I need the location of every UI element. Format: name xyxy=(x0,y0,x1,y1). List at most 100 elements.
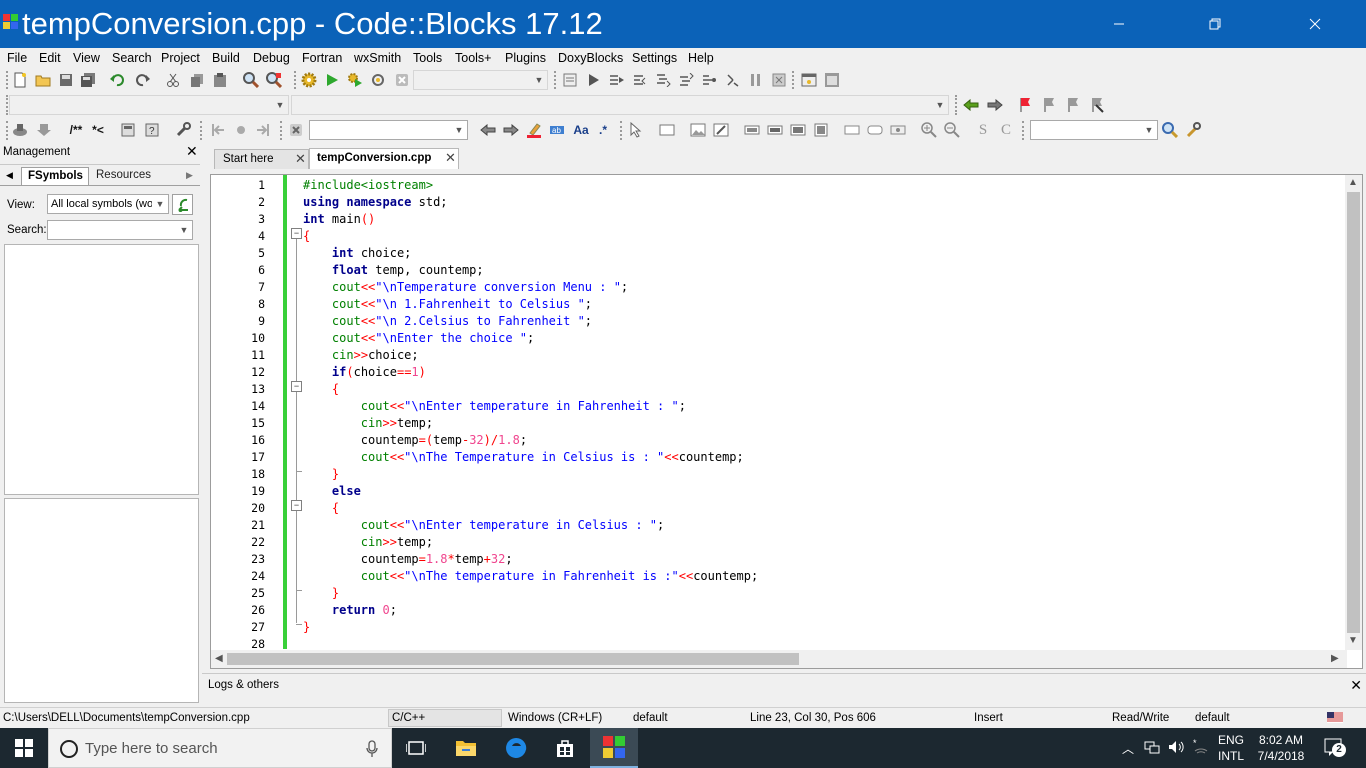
build-gear-icon[interactable] xyxy=(301,72,317,88)
menu-doxyblocks[interactable]: DoxyBlocks xyxy=(558,50,623,66)
menu-fortran[interactable]: Fortran xyxy=(302,50,342,66)
match-case-icon[interactable]: Aa xyxy=(572,122,590,138)
symbol-search-input[interactable]: ▼ xyxy=(47,220,193,240)
code-line[interactable]: cout<<"\nEnter temperature in Celsius : … xyxy=(303,517,664,534)
toggle-bookmark-icon[interactable] xyxy=(1017,97,1033,113)
code-line[interactable]: cout<<"\n 1.Fahrenheit to Celsius "; xyxy=(303,296,592,313)
combo-widget-icon[interactable] xyxy=(767,122,783,138)
find-next-icon[interactable] xyxy=(503,122,519,138)
horizontal-scrollbar[interactable]: ◀ ▶ xyxy=(211,650,1347,668)
group-frame-icon[interactable] xyxy=(890,122,906,138)
function-select[interactable]: ▼ xyxy=(291,95,949,115)
step-into-icon[interactable] xyxy=(655,72,671,88)
scroll-left-icon[interactable]: ◀ xyxy=(215,653,223,664)
code-line[interactable]: cout<<"\n 2.Celsius to Fahrenheit "; xyxy=(303,313,592,330)
code-line[interactable]: cin>>choice; xyxy=(303,347,419,364)
language-indicator[interactable]: ENG INTL xyxy=(1214,732,1248,764)
wifi-icon[interactable]: * xyxy=(1193,738,1209,758)
run-to-cursor-icon[interactable] xyxy=(609,72,625,88)
run-icon[interactable] xyxy=(324,72,340,88)
close-tab-icon[interactable]: ✕ xyxy=(295,150,306,168)
fold-toggle-icon[interactable]: − xyxy=(291,381,302,392)
vertical-scrollbar[interactable]: ▲ ▼ xyxy=(1345,175,1362,650)
taskbar-search-box[interactable]: Type here to search xyxy=(48,728,392,768)
menu-debug[interactable]: Debug xyxy=(253,50,290,66)
horizontal-scroll-thumb[interactable] xyxy=(227,653,799,665)
code-line[interactable]: } xyxy=(303,466,339,483)
tab-tempconversion[interactable]: tempConversion.cpp ✕ xyxy=(309,148,459,169)
frame-widget-icon[interactable] xyxy=(844,122,860,138)
code-line[interactable]: } xyxy=(303,619,310,636)
edge-button[interactable] xyxy=(492,728,540,768)
tools-wrench-icon[interactable] xyxy=(1185,122,1201,138)
fold-toggle-icon[interactable]: − xyxy=(291,228,302,239)
zoom-in-icon[interactable] xyxy=(921,122,937,138)
next-icon[interactable] xyxy=(255,122,271,138)
toolbar-grip[interactable] xyxy=(280,121,283,140)
toolbar-grip[interactable] xyxy=(6,121,9,140)
tab-scroll-right-icon[interactable]: ▶ xyxy=(186,170,193,181)
wrench-icon[interactable] xyxy=(175,122,191,138)
code-line[interactable]: int main() xyxy=(303,211,375,228)
code-line[interactable]: using namespace std; xyxy=(303,194,448,211)
tray-chevron-up-icon[interactable]: ︿ xyxy=(1122,740,1134,757)
tab-scroll-left-icon[interactable]: ◀ xyxy=(6,170,13,181)
find-icon[interactable] xyxy=(243,72,259,88)
debug-windows-icon[interactable] xyxy=(801,72,817,88)
toolbar-grip[interactable] xyxy=(554,71,557,89)
new-file-icon[interactable] xyxy=(12,72,28,88)
clock[interactable]: 8:02 AM 7/4/2018 xyxy=(1252,732,1310,764)
incremental-search-input[interactable]: ▼ xyxy=(309,120,468,140)
scope-select[interactable]: ▼ xyxy=(9,95,289,115)
menu-tools-plus[interactable]: Tools+ xyxy=(455,50,491,66)
code-line[interactable]: { xyxy=(303,381,339,398)
cut-icon[interactable] xyxy=(165,72,181,88)
build-and-run-icon[interactable] xyxy=(347,72,363,88)
copy-icon[interactable] xyxy=(189,72,205,88)
symbols-tree[interactable] xyxy=(4,244,199,495)
next-instruction-icon[interactable] xyxy=(701,72,717,88)
jump-forward-icon[interactable] xyxy=(987,97,1003,113)
find-previous-icon[interactable] xyxy=(480,122,496,138)
pause-icon[interactable] xyxy=(748,72,764,88)
code-line[interactable]: float temp, countemp; xyxy=(303,262,484,279)
network-icon[interactable] xyxy=(1144,740,1160,757)
start-button[interactable] xyxy=(0,728,48,768)
toolbar-grip[interactable] xyxy=(1022,121,1025,140)
textbox-widget-icon[interactable] xyxy=(744,122,760,138)
logs-close-icon[interactable]: ✕ xyxy=(1350,677,1362,694)
refresh-symbols-button[interactable] xyxy=(172,194,193,215)
tab-start-here[interactable]: Start here ✕ xyxy=(214,149,309,169)
toolbar-grip[interactable] xyxy=(294,71,297,89)
highlight-icon[interactable] xyxy=(526,122,542,138)
clear-bookmarks-icon[interactable] xyxy=(1089,97,1105,113)
rebuild-icon[interactable] xyxy=(370,72,386,88)
toolbar-grip[interactable] xyxy=(792,71,795,89)
menu-help[interactable]: Help xyxy=(688,50,714,66)
minimize-button[interactable] xyxy=(1096,0,1142,48)
volume-icon[interactable] xyxy=(1168,740,1186,757)
zoom-out-icon[interactable] xyxy=(944,122,960,138)
menu-view[interactable]: View xyxy=(73,50,100,66)
menu-file[interactable]: File xyxy=(7,50,27,66)
code-line[interactable]: cin>>temp; xyxy=(303,534,433,551)
regex-button[interactable]: .* xyxy=(595,122,611,138)
doxywizard-icon[interactable] xyxy=(12,122,28,138)
code-line[interactable]: } xyxy=(303,585,339,602)
vertical-scroll-thumb[interactable] xyxy=(1347,192,1360,633)
symbol-details-pane[interactable] xyxy=(4,498,199,703)
menu-edit[interactable]: Edit xyxy=(39,50,61,66)
code-line[interactable]: countemp=(temp-32)/1.8; xyxy=(303,432,527,449)
c-button[interactable]: C xyxy=(998,122,1014,138)
code-line[interactable]: else xyxy=(303,483,361,500)
step-out-icon[interactable] xyxy=(678,72,694,88)
jump-back-icon[interactable] xyxy=(963,97,979,113)
code-line[interactable]: if(choice==1) xyxy=(303,364,426,381)
task-view-button[interactable] xyxy=(392,728,440,768)
selected-text-only-icon[interactable]: ab xyxy=(549,122,565,138)
code-line[interactable]: int choice; xyxy=(303,245,411,262)
code-line[interactable]: cout<<"\nThe Temperature in Celsius is :… xyxy=(303,449,744,466)
prev-bookmark-icon[interactable] xyxy=(1041,97,1057,113)
next-bookmark-icon[interactable] xyxy=(1065,97,1081,113)
block-comment-button[interactable]: /** xyxy=(66,122,86,138)
